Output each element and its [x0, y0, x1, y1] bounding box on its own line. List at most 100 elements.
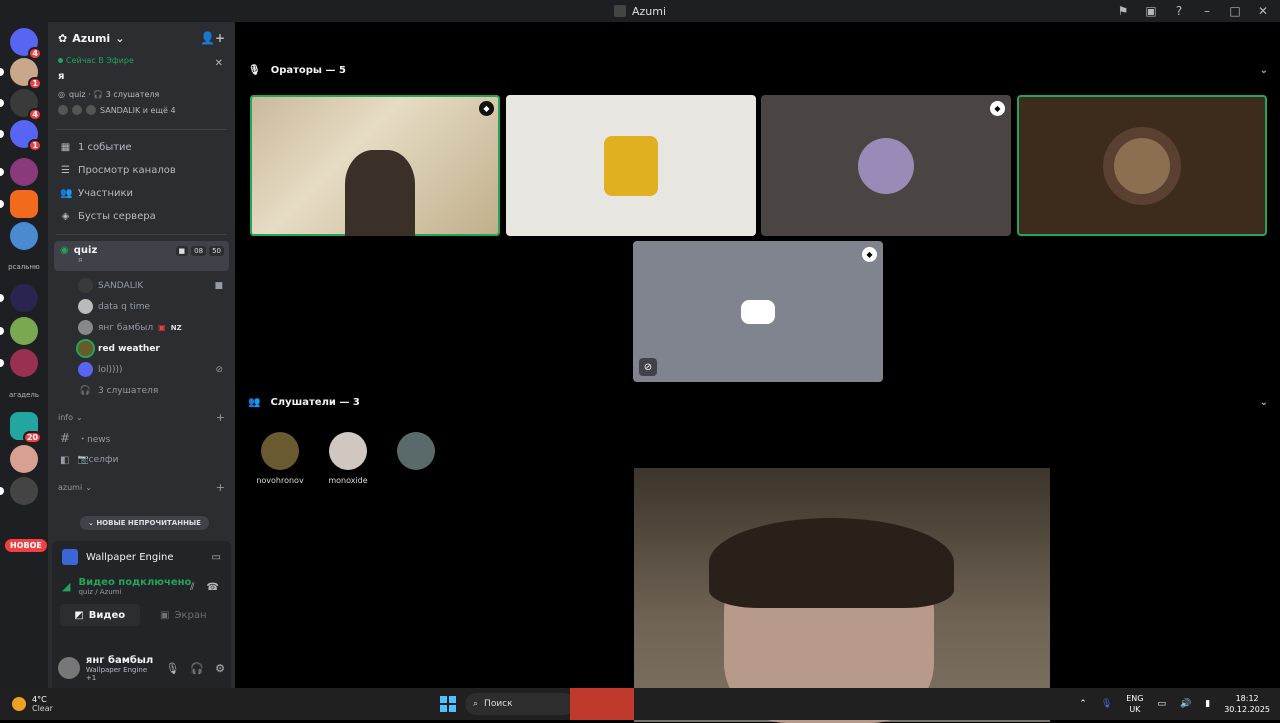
stream-icon[interactable]: ▭	[212, 552, 221, 563]
minimize-button[interactable]: –	[1200, 4, 1214, 18]
menu-events[interactable]: ▦ 1 событие	[48, 136, 235, 159]
disconnect-icon[interactable]: ☎	[207, 582, 219, 593]
system-tray: ⌃ 🎙 ENG UK ▭ 🔊 ▮ 18:12 30.12.2025	[1079, 693, 1270, 715]
inbox-icon[interactable]: ▣	[1144, 4, 1158, 18]
close-icon[interactable]: ✕	[215, 58, 223, 69]
screen-share-label: Экран	[174, 609, 207, 621]
video-button[interactable]: ◩ Видео	[60, 604, 140, 626]
speaker-tile-speaking[interactable]	[1017, 95, 1267, 236]
server-icon-7[interactable]	[0, 284, 38, 312]
speaker-tile[interactable]	[506, 95, 756, 236]
chevron-down-icon: ⌄	[76, 412, 83, 422]
weather-widget[interactable]: 4°C Clear	[12, 695, 53, 713]
taskbar-search[interactable]: ⌕ Поиск	[465, 693, 575, 715]
server-icon-4[interactable]	[0, 158, 38, 186]
speaker-tile[interactable]: ◆	[761, 95, 1011, 236]
speaker-tile-camera[interactable]: ◆	[250, 95, 500, 236]
clock-time: 18:12	[1235, 694, 1259, 703]
chevron-down-icon[interactable]: ⌄	[1260, 397, 1268, 408]
screen-share-button[interactable]: ▣ Экран	[144, 604, 224, 626]
server-icon-12[interactable]	[0, 477, 38, 505]
invite-icon[interactable]: 👤+	[200, 31, 225, 45]
list-icon: ☰	[61, 165, 70, 176]
speaker-tile[interactable]: ◆ ⊘	[633, 241, 883, 382]
listener[interactable]: monoxide	[318, 432, 378, 485]
stage-channel-name: quiz	[73, 245, 98, 256]
voice-member[interactable]: янг бамбыл ▣ NZ	[48, 317, 235, 338]
avatar	[78, 320, 93, 335]
channel-news[interactable]: # ・news	[48, 427, 235, 449]
discord-logo-icon	[741, 299, 775, 324]
voice-member[interactable]: data q time	[48, 296, 235, 317]
headphones-icon[interactable]: 🎧	[190, 662, 204, 675]
server-icon-10[interactable]: 20	[10, 412, 42, 444]
guild-header[interactable]: ✿ Azumi ⌄ 👤+	[48, 22, 235, 54]
language-indicator[interactable]: ENG UK	[1126, 693, 1143, 715]
inbox-flag-icon[interactable]: ⚑	[1116, 4, 1130, 18]
menu-server-boosts[interactable]: ◈ Бусты сервера	[48, 205, 235, 228]
microphone-icon[interactable]: 🎙	[165, 662, 179, 675]
gear-icon[interactable]: ⚙	[215, 662, 225, 675]
taskbar-app-highlight[interactable]	[570, 688, 634, 720]
now-playing[interactable]: Wallpaper Engine ▭	[52, 541, 231, 573]
listener[interactable]: novohronov	[250, 432, 310, 485]
voice-member[interactable]: lol)))) ⊘	[48, 359, 235, 380]
menu-server-boosts-label: Бусты сервера	[78, 211, 156, 222]
noise-suppression-icon[interactable]: ⫽	[190, 582, 194, 593]
close-window-button[interactable]: ✕	[1256, 4, 1270, 18]
avatar[interactable]	[58, 657, 80, 679]
chevron-up-icon[interactable]: ⌃	[1079, 699, 1087, 709]
live-dot-icon	[58, 58, 63, 63]
server-icon-11[interactable]	[10, 445, 38, 473]
members-icon: 👥	[60, 188, 73, 199]
listeners-header[interactable]: 👥 Слушатели — 3 ⌄	[248, 392, 1268, 412]
voice-member-speaking[interactable]: red weather	[48, 338, 235, 359]
server-icon-5[interactable]	[0, 190, 38, 218]
server-icon-9[interactable]	[0, 349, 38, 377]
menu-events-label: 1 событие	[78, 142, 132, 153]
hash-icon: #	[60, 431, 71, 445]
server-icon-2[interactable]: 4	[0, 89, 42, 121]
listeners-header-text: Слушатели — 3	[270, 396, 360, 408]
connection-status[interactable]: Видео подключено	[78, 577, 191, 588]
stage-channel-quiz[interactable]: ◉ quiz я ■ 08 50	[54, 241, 229, 271]
new-servers-pill[interactable]: НОВОЕ	[5, 539, 47, 552]
volume-icon[interactable]: 🔊	[1180, 699, 1191, 709]
server-folder-label: рсальню	[8, 263, 40, 271]
maximize-button[interactable]: □	[1228, 4, 1242, 18]
chevron-down-icon[interactable]: ⌄	[1260, 65, 1268, 76]
clock[interactable]: 18:12 30.12.2025	[1224, 693, 1270, 715]
divider	[56, 129, 227, 130]
add-channel-icon[interactable]: +	[216, 411, 225, 424]
menu-browse-channels[interactable]: ☰ Просмотр каналов	[48, 159, 235, 182]
category-info[interactable]: info ⌄ +	[48, 407, 235, 427]
menu-members[interactable]: 👥 Участники	[48, 182, 235, 205]
voice-member-name: red weather	[98, 343, 160, 354]
help-icon[interactable]: ?	[1172, 4, 1186, 18]
server-icon-1[interactable]: 1	[0, 58, 42, 90]
server-icon-8[interactable]	[0, 317, 38, 345]
server-icon-6[interactable]	[10, 222, 38, 250]
network-icon[interactable]: ▭	[1158, 699, 1167, 709]
category-name: azumi	[58, 482, 83, 492]
speakers-header[interactable]: 🎙 Ораторы — 5 ⌄	[248, 60, 1268, 80]
unread-pill-indicator	[0, 359, 4, 367]
add-channel-icon[interactable]: +	[216, 481, 225, 494]
new-unreads-pill[interactable]: ⌄ НОВЫЕ НЕПРОЧИТАННЫЕ	[80, 516, 209, 530]
voice-member[interactable]: SANDALIK ■	[48, 275, 235, 296]
server-icon-3[interactable]: 1	[0, 120, 42, 152]
avatar	[58, 105, 68, 115]
listener[interactable]	[386, 432, 446, 476]
listeners-count[interactable]: 🎧 3 слушателя	[48, 380, 235, 401]
battery-icon[interactable]: ▮	[1205, 699, 1210, 709]
live-now-card[interactable]: Сейчас В Эфире ✕ я ◎ quiz · 🎧 3 слушателя…	[48, 54, 235, 127]
microphone-icon[interactable]: 🎙	[1101, 699, 1112, 709]
direct-messages-button[interactable]: 4	[10, 28, 42, 60]
popout-video[interactable]	[634, 468, 1050, 723]
avatar	[1114, 137, 1170, 194]
start-button[interactable]	[440, 696, 456, 712]
category-azumi[interactable]: azumi ⌄ +	[48, 477, 235, 497]
unread-badge: 4	[28, 47, 42, 60]
channel-selfie[interactable]: ◧ 📷селфи	[48, 449, 235, 471]
new-unreads-label: НОВЫЕ НЕПРОЧИТАННЫЕ	[96, 519, 201, 527]
